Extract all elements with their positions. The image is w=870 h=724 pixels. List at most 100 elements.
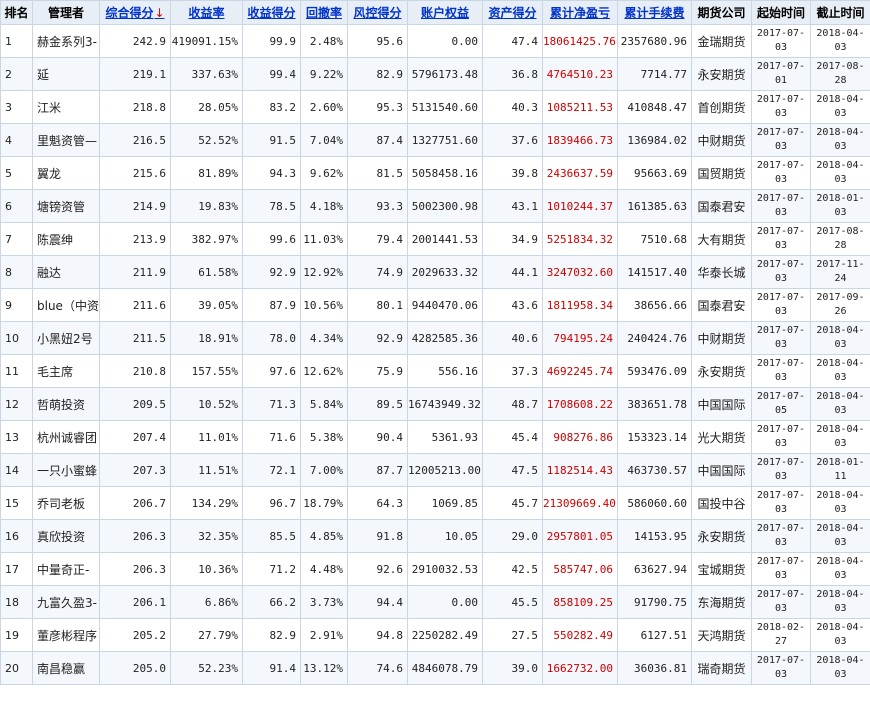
cell-rank: 7 bbox=[0, 222, 33, 256]
table-row[interactable]: 13 杭州诚睿团 207.4 11.01% 71.6 5.38% 90.4 5361.93 45… bbox=[0, 420, 870, 454]
table-row[interactable]: 8 融达 211.9 61.58% 92.9 12.92% 74.9 2029633.32 44… bbox=[0, 255, 870, 289]
table-row[interactable]: 6 塘镑资管 214.9 19.83% 78.5 4.18% 93.3 5002300.98 4… bbox=[0, 189, 870, 223]
cell-futures-company: 中财期货 bbox=[691, 123, 752, 157]
header-drawdown-sort[interactable]: 回撤率 bbox=[300, 0, 348, 25]
table-row[interactable]: 9 blue（中资 211.6 39.05% 87.9 10.56% 80.1 9440470… bbox=[0, 288, 870, 322]
cell-futures-company: 中国国际 bbox=[691, 387, 752, 421]
cell-equity: 1327751.60 bbox=[407, 123, 483, 157]
cell-risk-score: 91.8 bbox=[347, 519, 408, 553]
cell-drawdown: 5.84% bbox=[300, 387, 348, 421]
cell-return-rate: 157.55% bbox=[170, 354, 243, 388]
cell-fees: 136984.02 bbox=[617, 123, 692, 157]
cell-manager-link[interactable]: 陈震绅 bbox=[32, 222, 100, 256]
cell-start-time-day: 03 bbox=[774, 372, 788, 383]
cell-start-time-day: 03 bbox=[774, 339, 788, 350]
cell-start-time-day: 03 bbox=[774, 504, 788, 515]
cell-equity: 2029633.32 bbox=[407, 255, 483, 289]
table-row[interactable]: 11 毛主席 210.8 157.55% 97.6 12.62% 75.9 556.16 37.… bbox=[0, 354, 870, 388]
cell-return-score: 96.7 bbox=[242, 486, 301, 520]
table-row[interactable]: 14 一只小蜜蜂 207.3 11.51% 72.1 7.00% 87.7 12005213.… bbox=[0, 453, 870, 487]
cell-manager-link[interactable]: 赫金系列3- bbox=[32, 24, 100, 58]
header-composite-score-label: 综合得分 bbox=[105, 6, 154, 20]
cell-end-time-year-month: 2018-04- bbox=[816, 391, 865, 402]
cell-risk-score: 92.6 bbox=[347, 552, 408, 586]
cell-futures-company: 宝城期货 bbox=[691, 552, 752, 586]
cell-return-score: 99.9 bbox=[242, 24, 301, 58]
cell-futures-company: 天鸿期货 bbox=[691, 618, 752, 652]
cell-asset-score: 36.8 bbox=[482, 57, 543, 91]
table-row[interactable]: 7 陈震绅 213.9 382.97% 99.6 11.03% 79.4 2001441.53… bbox=[0, 222, 870, 256]
cell-risk-score: 64.3 bbox=[347, 486, 408, 520]
table-row[interactable]: 5 翼龙 215.6 81.89% 94.3 9.62% 81.5 5058458.16 39.… bbox=[0, 156, 870, 190]
table-row[interactable]: 18 九富久盈3- 206.1 6.86% 66.2 3.73% 94.4 0.00 45.5 8… bbox=[0, 585, 870, 619]
cell-start-time: 2017-07- 03 bbox=[751, 189, 811, 223]
cell-manager-link[interactable]: 翼龙 bbox=[32, 156, 100, 190]
cell-asset-score: 42.5 bbox=[482, 552, 543, 586]
table-row[interactable]: 16 真欣投资 206.3 32.35% 85.5 4.85% 91.8 10.05 29.0 2… bbox=[0, 519, 870, 553]
cell-start-time-year-month: 2017-07- bbox=[756, 259, 806, 270]
cell-equity: 16743949.32 bbox=[407, 387, 483, 421]
cell-start-time: 2017-07- 03 bbox=[751, 90, 811, 124]
cell-manager-link[interactable]: 塘镑资管 bbox=[32, 189, 100, 223]
cell-return-score: 91.4 bbox=[242, 651, 301, 685]
cell-end-time-day: 03 bbox=[834, 504, 847, 515]
cell-return-rate: 81.89% bbox=[170, 156, 243, 190]
cell-return-rate: 337.63% bbox=[170, 57, 243, 91]
cell-return-score: 71.3 bbox=[242, 387, 301, 421]
cell-end-time: 2018-01- 11 bbox=[810, 453, 870, 487]
header-return-score-sort[interactable]: 收益得分 bbox=[242, 0, 301, 25]
table-row[interactable]: 12 哲萌投资 209.5 10.52% 71.3 5.84% 89.5 16743949.3… bbox=[0, 387, 870, 421]
table-row[interactable]: 4 里魁资管— 216.5 52.52% 91.5 7.04% 87.4 1327751.60… bbox=[0, 123, 870, 157]
cell-manager-link[interactable]: 融达 bbox=[32, 255, 100, 289]
header-net-pnl-sort[interactable]: 累计净盈亏 bbox=[542, 0, 618, 25]
header-asset-score-sort[interactable]: 资产得分 bbox=[482, 0, 543, 25]
cell-manager-link[interactable]: 江米 bbox=[32, 90, 100, 124]
cell-manager-link[interactable]: 里魁资管— bbox=[32, 123, 100, 157]
header-composite-score-sort[interactable]: 综合得分↓ bbox=[99, 0, 171, 25]
cell-composite-score: 218.8 bbox=[99, 90, 171, 124]
table-row[interactable]: 3 江米 218.8 28.05% 83.2 2.60% 95.3 5131540.60 40.… bbox=[0, 90, 870, 124]
header-equity-sort[interactable]: 账户权益 bbox=[407, 0, 483, 25]
cell-asset-score: 39.0 bbox=[482, 651, 543, 685]
cell-manager-link[interactable]: 哲萌投资 bbox=[32, 387, 100, 421]
table-row[interactable]: 1 赫金系列3- 242.9 419091.15% 99.9 2.48% 95.6 0.00 4… bbox=[0, 24, 870, 58]
cell-manager-link[interactable]: 九富久盈3- bbox=[32, 585, 100, 619]
cell-end-time-year-month: 2017-09- bbox=[816, 292, 865, 303]
header-fees-sort[interactable]: 累计手续费 bbox=[617, 0, 692, 25]
cell-risk-score: 82.9 bbox=[347, 57, 408, 91]
header-return-rate-sort[interactable]: 收益率 bbox=[170, 0, 243, 25]
table-row[interactable]: 20 南昌稳赢 205.0 52.23% 91.4 13.12% 74.6 4846078.7… bbox=[0, 651, 870, 685]
cell-drawdown: 9.62% bbox=[300, 156, 348, 190]
cell-return-rate: 382.97% bbox=[170, 222, 243, 256]
cell-manager-link[interactable]: 董彦彬程序 bbox=[32, 618, 100, 652]
cell-fees: 240424.76 bbox=[617, 321, 692, 355]
cell-asset-score: 37.6 bbox=[482, 123, 543, 157]
cell-return-score: 91.5 bbox=[242, 123, 301, 157]
cell-manager-link[interactable]: 毛主席 bbox=[32, 354, 100, 388]
cell-risk-score: 74.9 bbox=[347, 255, 408, 289]
cell-manager-link[interactable]: blue（中资 bbox=[32, 288, 100, 322]
cell-net-pnl: 2957801.05 bbox=[542, 519, 618, 553]
table-row[interactable]: 19 董彦彬程序 205.2 27.79% 82.9 2.91% 94.8 2250282.4… bbox=[0, 618, 870, 652]
table-row[interactable]: 17 中量奇正- 206.3 10.36% 71.2 4.48% 92.6 2910032.5… bbox=[0, 552, 870, 586]
cell-asset-score: 45.4 bbox=[482, 420, 543, 454]
header-risk-score-sort[interactable]: 风控得分 bbox=[347, 0, 408, 25]
table-row[interactable]: 15 乔司老板 206.7 134.29% 96.7 18.79% 64.3 1069.85 4… bbox=[0, 486, 870, 520]
cell-manager-link[interactable]: 中量奇正- bbox=[32, 552, 100, 586]
cell-manager-link[interactable]: 一只小蜜蜂 bbox=[32, 453, 100, 487]
cell-manager-link[interactable]: 南昌稳赢 bbox=[32, 651, 100, 685]
cell-manager-link[interactable]: 真欣投资 bbox=[32, 519, 100, 553]
cell-manager-link[interactable]: 小黑妞2号 bbox=[32, 321, 100, 355]
cell-net-pnl: 550282.49 bbox=[542, 618, 618, 652]
cell-asset-score: 40.3 bbox=[482, 90, 543, 124]
cell-manager-link[interactable]: 乔司老板 bbox=[32, 486, 100, 520]
cell-start-time-day: 03 bbox=[774, 603, 788, 614]
cell-asset-score: 44.1 bbox=[482, 255, 543, 289]
cell-futures-company: 国泰君安 bbox=[691, 189, 752, 223]
table-row[interactable]: 10 小黑妞2号 211.5 18.91% 78.0 4.34% 92.9 4282585.3… bbox=[0, 321, 870, 355]
table-row[interactable]: 2 延 219.1 337.63% 99.4 9.22% 82.9 5796173.48 36.… bbox=[0, 57, 870, 91]
cell-manager-link[interactable]: 延 bbox=[32, 57, 100, 91]
cell-end-time-year-month: 2017-08- bbox=[816, 226, 865, 237]
cell-manager-link[interactable]: 杭州诚睿团 bbox=[32, 420, 100, 454]
cell-drawdown: 11.03% bbox=[300, 222, 348, 256]
